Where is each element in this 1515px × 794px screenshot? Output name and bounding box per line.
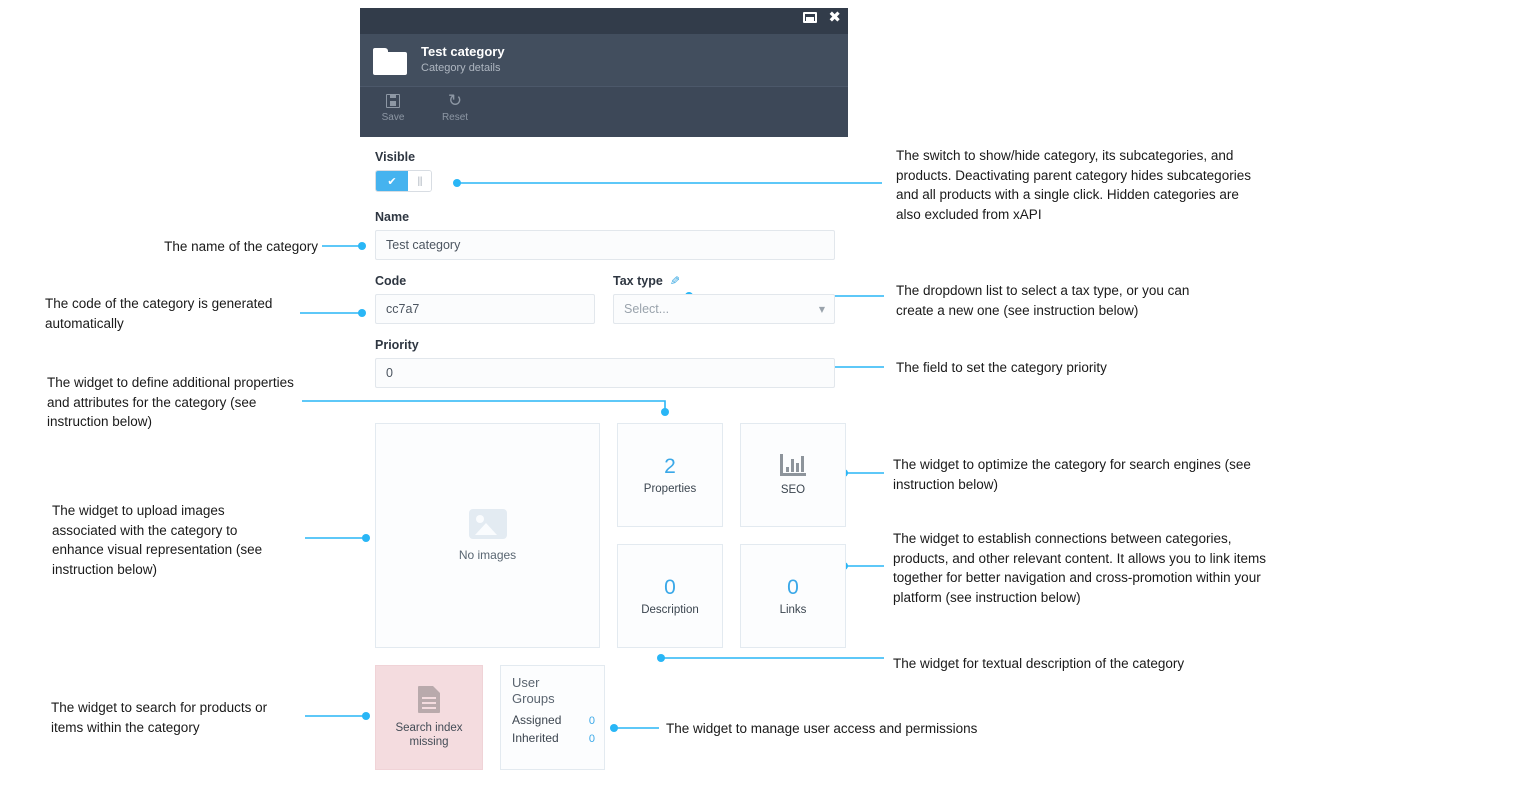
window-title: Test category — [421, 44, 505, 59]
reset-button[interactable]: ↻ Reset — [433, 91, 477, 123]
image-placeholder-icon — [468, 509, 507, 539]
name-input[interactable]: Test category — [375, 230, 835, 260]
description-count: 0 — [664, 576, 676, 599]
user-groups-inherited-row: Inherited 0 — [512, 731, 595, 745]
annotation-images: The widget to upload images associated w… — [52, 503, 263, 577]
priority-input[interactable]: 0 — [375, 358, 835, 388]
visible-toggle[interactable]: ✔ ||| — [375, 170, 432, 192]
annotation-user-groups: The widget to manage user access and per… — [666, 721, 978, 736]
folder-icon — [373, 47, 407, 75]
save-button[interactable]: Save — [371, 91, 415, 123]
window-header: Test category Category details — [360, 34, 848, 86]
user-groups-assigned-label: Assigned — [512, 713, 562, 727]
tax-type-select[interactable]: Select... ▼ — [613, 294, 835, 324]
user-groups-inherited-value: 0 — [588, 733, 595, 745]
tax-type-field-label: Tax type ✎ — [613, 274, 835, 288]
description-label: Description — [641, 604, 699, 616]
search-index-line2: missing — [409, 736, 449, 748]
window-toolbar: Save ↻ Reset — [360, 86, 848, 137]
seo-label: SEO — [780, 484, 806, 496]
save-button-label: Save — [381, 112, 405, 123]
user-groups-inherited-label: Inherited — [512, 731, 559, 745]
seo-widget[interactable]: SEO — [740, 423, 846, 527]
properties-widget[interactable]: 2 Properties — [617, 423, 723, 527]
priority-field-label: Priority — [375, 338, 419, 352]
user-groups-widget[interactable]: User Groups Assigned 0 Inherited 0 — [500, 665, 605, 770]
annotation-name: The name of the category — [164, 239, 318, 254]
name-field-label: Name — [375, 210, 410, 224]
annotation-visible: The switch to show/hide category, its su… — [896, 148, 1251, 222]
close-icon[interactable]: ✖ — [828, 10, 841, 25]
links-label: Links — [779, 604, 807, 616]
user-groups-assigned-value: 0 — [588, 715, 595, 727]
annotation-tax-type: The dropdown list to select a tax type, … — [896, 283, 1190, 318]
visible-toggle-knob: ||| — [408, 171, 431, 191]
visible-field-label: Visible — [375, 150, 416, 164]
user-groups-assigned-row: Assigned 0 — [512, 713, 595, 727]
code-field-label: Code — [375, 274, 407, 288]
seo-bar-chart-icon — [780, 454, 806, 476]
annotation-priority: The field to set the category priority — [896, 360, 1107, 375]
annotation-links: The widget to establish connections betw… — [893, 531, 1266, 605]
window-controls: ✖ — [803, 10, 841, 25]
user-groups-title-line1: User — [512, 675, 540, 690]
document-icon — [418, 686, 440, 713]
restore-window-icon[interactable] — [803, 11, 818, 23]
tax-type-label-text: Tax type — [613, 274, 663, 288]
tax-type-select-value: Select... — [624, 302, 670, 316]
search-index-line1: Search index — [395, 722, 463, 734]
annotation-seo: The widget to optimize the category for … — [893, 457, 1251, 492]
category-form: Visible ✔ ||| Name Test category Code cc… — [375, 150, 835, 388]
description-widget[interactable]: 0 Description — [617, 544, 723, 648]
images-widget[interactable]: No images — [375, 423, 600, 648]
widget-tiles: No images 2 Properties SEO 0 Description… — [375, 423, 846, 770]
annotation-properties: The widget to define additional properti… — [47, 375, 294, 429]
window-titlebar: ✖ — [360, 8, 848, 34]
user-groups-title-line2: Groups — [512, 691, 555, 706]
images-widget-label: No images — [458, 548, 517, 562]
annotation-search-index: The widget to search for products or ite… — [51, 700, 268, 735]
annotation-description: The widget for textual description of th… — [893, 656, 1185, 671]
links-count: 0 — [787, 576, 799, 599]
search-index-widget[interactable]: Search index missing — [375, 665, 483, 770]
links-widget[interactable]: 0 Links — [740, 544, 846, 648]
save-floppy-icon — [386, 91, 400, 111]
user-groups-title: User Groups — [512, 675, 595, 707]
reset-undo-icon: ↻ — [447, 90, 463, 111]
window-subtitle: Category details — [421, 62, 501, 74]
category-details-window: ✖ Test category Category details Save ↻ … — [360, 8, 848, 137]
annotation-code: The code of the category is generated au… — [45, 296, 273, 331]
properties-label: Properties — [643, 483, 697, 495]
code-input[interactable]: cc7a7 — [375, 294, 595, 324]
reset-button-label: Reset — [441, 112, 469, 123]
visible-toggle-on: ✔ — [376, 171, 408, 191]
chevron-down-icon: ▼ — [818, 304, 825, 314]
properties-count: 2 — [664, 455, 676, 478]
pencil-edit-icon[interactable]: ✎ — [670, 274, 681, 288]
annotated-screenshot: ✖ Test category Category details Save ↻ … — [0, 0, 1515, 794]
